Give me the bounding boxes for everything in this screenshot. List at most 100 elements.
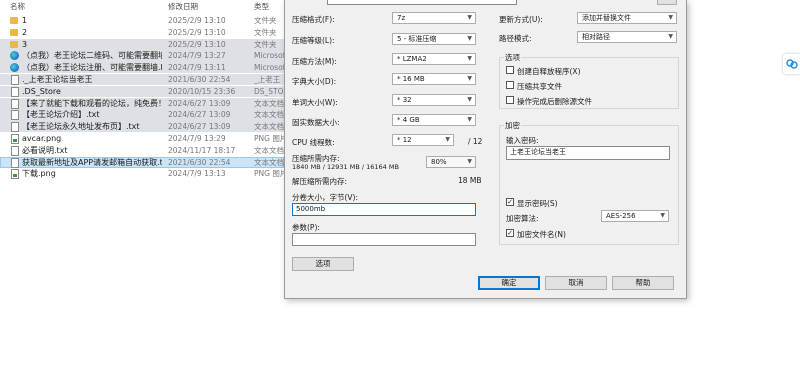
split-size-input[interactable]: 5000mb <box>292 203 476 216</box>
column-header-date[interactable]: 修改日期 <box>168 0 198 14</box>
file-name: 3 <box>22 39 28 49</box>
folder-icon <box>10 40 18 48</box>
encrypt-names-checkbox[interactable]: ✓ <box>506 229 514 237</box>
file-row[interactable]: 【来了就能下载和观看的论坛，纯免费！... 2024/6/27 13:09 文本文档 <box>0 97 284 109</box>
file-name: .DS_Store <box>22 86 61 96</box>
word-select[interactable]: * 32 ▼ <box>392 94 476 106</box>
chevron-down-icon: ▼ <box>445 136 450 143</box>
file-row[interactable]: 下载.png 2024/7/9 13:13 PNG 图片 <box>0 168 284 180</box>
edge-icon <box>10 63 19 73</box>
mem-decompress-value: 18 MB <box>458 176 482 185</box>
cpu-select[interactable]: * 12 ▼ <box>392 134 454 146</box>
file-name: 获取最新地址及APP请发邮箱自动获取.txt <box>22 157 162 167</box>
option-checkbox[interactable] <box>506 66 514 74</box>
file-row[interactable]: 【老王论坛永久地址发布页】.txt 2024/6/27 13:09 文本文档 <box>0 121 284 133</box>
archive-name-field[interactable] <box>327 0 517 5</box>
file-date: 2025/2/9 13:10 <box>168 27 226 37</box>
file-name: 【老王论坛永久地址发布页】.txt <box>22 122 140 132</box>
edge-icon <box>10 51 19 61</box>
floating-assistant-button[interactable] <box>783 54 800 74</box>
params-label: 参数(P): <box>292 223 320 232</box>
file-type: 文件夹 <box>254 27 277 37</box>
help-button[interactable]: 帮助 <box>612 276 674 290</box>
encrypt-names-label: 加密文件名(N) <box>517 230 566 239</box>
file-type: _上老王 <box>254 75 281 84</box>
format-label: 压缩格式(F): <box>292 15 335 24</box>
doc-icon <box>11 75 19 85</box>
chevron-down-icon: ▼ <box>467 35 472 42</box>
file-row[interactable]: ._上老王论坛当老王 2021/6/30 22:54 _上老王 <box>0 74 284 86</box>
show-password-label: 显示密码(S) <box>517 199 558 208</box>
dict-label: 字典大小(D): <box>292 77 337 86</box>
file-name: 【来了就能下载和观看的论坛，纯免费！... <box>22 98 162 108</box>
word-label: 单词大小(W): <box>292 98 338 107</box>
file-name: （点我）老王论坛二维码、可能需要翻墙... <box>22 51 162 61</box>
file-date: 2024/7/9 13:27 <box>168 51 226 61</box>
cpu-label: CPU 线程数: <box>292 138 335 147</box>
show-password-checkbox[interactable]: ✓ <box>506 198 514 206</box>
file-row[interactable]: 必看说明.txt 2024/11/17 18:17 文本文档 <box>0 145 284 156</box>
doc-icon <box>11 110 19 121</box>
file-date: 2024/6/27 13:09 <box>168 110 231 120</box>
cloud-link-icon <box>786 59 798 69</box>
doc-icon <box>11 122 19 133</box>
file-date: 2025/2/9 13:10 <box>168 16 226 25</box>
file-date: 2024/7/9 13:13 <box>168 169 226 179</box>
chevron-down-icon: ▼ <box>660 212 665 219</box>
file-row[interactable]: avcar.png 2024/7/9 13:29 PNG 图片 <box>0 133 284 144</box>
file-explorer: 名称 修改日期 类型 1 2025/2/9 13:10 文件夹 2 2025/2/9 1… <box>0 0 284 210</box>
chevron-down-icon: ▼ <box>467 55 472 62</box>
options-group-title: 选项 <box>504 52 521 63</box>
file-row[interactable]: 2 2025/2/9 13:10 文件夹 <box>0 27 284 38</box>
path-label: 路径模式: <box>499 34 532 43</box>
column-header-name[interactable]: 名称 <box>10 0 25 14</box>
file-date: 2021/6/30 22:54 <box>168 75 231 84</box>
password-input[interactable]: 上老王论坛当老王 <box>506 146 670 160</box>
format-select[interactable]: 7z ▼ <box>392 12 476 24</box>
enc-method-select[interactable]: AES-256 ▼ <box>601 210 669 222</box>
file-row[interactable]: （点我）老王论坛注册、可能需要翻墙.h... 2024/7/9 13:11 Micr… <box>0 62 284 74</box>
mem-percent-select[interactable]: 80% ▼ <box>426 156 476 168</box>
file-name: 下载.png <box>22 169 56 179</box>
file-row[interactable]: 3 2025/2/9 13:10 文件夹 <box>0 38 284 50</box>
doc-icon <box>11 157 19 168</box>
file-name: （点我）老王论坛注册、可能需要翻墙.h... <box>22 63 162 73</box>
file-name: 必看说明.txt <box>22 145 68 155</box>
file-row[interactable]: 【老王论坛介绍】.txt 2024/6/27 13:09 文本文档 <box>0 109 284 121</box>
file-type: PNG 图片 <box>254 134 284 143</box>
block-select[interactable]: * 4 GB ▼ <box>392 114 476 126</box>
options-button[interactable]: 选项 <box>292 257 354 271</box>
file-type: 文件夹 <box>254 39 277 49</box>
level-select[interactable]: 5 - 标准压缩 ▼ <box>392 33 476 45</box>
option-checkbox[interactable] <box>506 81 514 89</box>
cancel-button[interactable]: 取消 <box>545 276 607 290</box>
method-select[interactable]: * LZMA2 ▼ <box>392 53 476 65</box>
file-row[interactable]: （点我）老王论坛二维码、可能需要翻墙... 2024/7/9 13:27 Micro… <box>0 50 284 62</box>
option-label: 操作完成后删除源文件 <box>517 97 592 106</box>
folder-icon <box>10 28 18 36</box>
file-row[interactable]: 1 2025/2/9 13:10 文件夹 <box>0 15 284 26</box>
dict-select[interactable]: * 16 MB ▼ <box>392 73 476 85</box>
file-type: 文件夹 <box>254 16 277 25</box>
file-row[interactable]: 获取最新地址及APP请发邮箱自动获取.txt 2021/6/30 22:54 文本文… <box>0 156 284 168</box>
update-select[interactable]: 添加并替换文件 ▼ <box>577 12 677 24</box>
file-date: 2024/6/27 13:09 <box>168 98 231 108</box>
file-date: 2020/10/15 23:36 <box>168 86 236 96</box>
chevron-down-icon: ▼ <box>467 158 472 165</box>
folder-icon <box>10 17 18 24</box>
ok-button[interactable]: 确定 <box>478 276 540 290</box>
level-label: 压缩等级(L): <box>292 36 335 45</box>
column-header-type[interactable]: 类型 <box>254 0 269 14</box>
file-row[interactable]: .DS_Store 2020/10/15 23:36 DS_STOR <box>0 85 284 98</box>
params-input[interactable] <box>292 233 476 246</box>
png-icon <box>11 169 19 180</box>
chevron-down-icon: ▼ <box>467 14 472 21</box>
file-type: 文本文档 <box>254 157 284 167</box>
browse-button[interactable] <box>657 0 677 5</box>
file-name: 1 <box>22 16 28 25</box>
path-select[interactable]: 相对路径 ▼ <box>577 31 677 43</box>
enc-method-label: 加密算法: <box>506 214 539 223</box>
option-checkbox[interactable] <box>506 96 514 104</box>
file-type: PNG 图片 <box>254 169 284 179</box>
file-type: Microsoft <box>254 51 284 61</box>
